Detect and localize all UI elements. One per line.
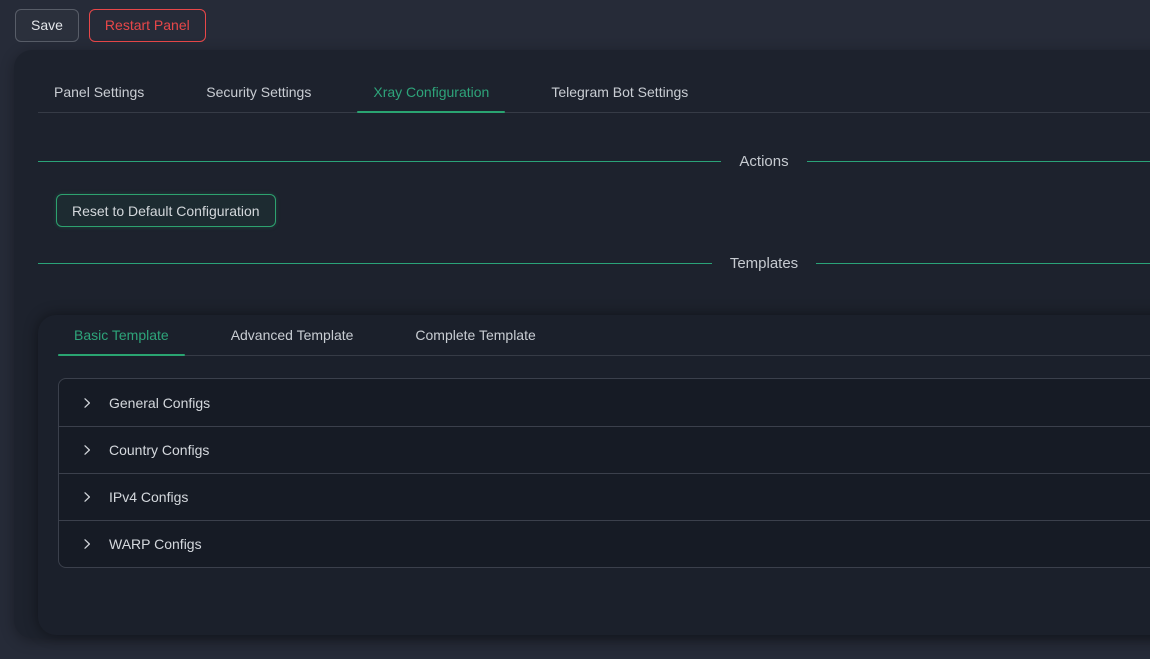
tab-telegram-bot-settings[interactable]: Telegram Bot Settings [535,72,704,112]
tab-basic-template-label: Basic Template [74,327,169,343]
chevron-right-icon [81,491,93,503]
divider-line [816,263,1150,264]
collapse-ipv4-configs[interactable]: IPv4 Configs [59,473,1150,520]
active-tab-indicator [58,354,185,356]
settings-tab-bar: Panel Settings Security Settings Xray Co… [38,72,1150,113]
actions-divider: Actions [38,153,1150,170]
divider-line [807,161,1150,162]
collapse-warp-configs[interactable]: WARP Configs [59,520,1150,567]
templates-divider: Templates [38,255,1150,272]
tab-security-settings[interactable]: Security Settings [190,72,327,112]
chevron-right-icon [81,397,93,409]
actions-section-title: Actions [721,153,806,170]
divider-line [38,161,721,162]
tab-xray-configuration-label: Xray Configuration [373,84,489,100]
collapse-header-label: Country Configs [109,442,209,458]
save-button[interactable]: Save [15,9,79,42]
collapse-header-label: General Configs [109,395,210,411]
collapse-header-label: WARP Configs [109,536,202,552]
tab-basic-template[interactable]: Basic Template [58,315,185,355]
collapse-general-configs[interactable]: General Configs [59,379,1150,426]
tab-complete-template[interactable]: Complete Template [399,315,551,355]
chevron-right-icon [81,538,93,550]
tab-xray-configuration[interactable]: Xray Configuration [357,72,505,112]
chevron-right-icon [81,444,93,456]
settings-card: Panel Settings Security Settings Xray Co… [14,50,1150,638]
collapse-header-label: IPv4 Configs [109,489,188,505]
templates-section-title: Templates [712,255,816,272]
collapse-country-configs[interactable]: Country Configs [59,426,1150,473]
tab-panel-settings[interactable]: Panel Settings [38,72,160,112]
templates-card: Basic Template Advanced Template Complet… [38,315,1150,635]
reset-default-configuration-button[interactable]: Reset to Default Configuration [56,194,276,227]
divider-line [38,263,712,264]
template-tab-bar: Basic Template Advanced Template Complet… [58,315,1150,356]
active-tab-indicator [357,111,505,113]
top-action-bar: Save Restart Panel [0,0,1150,50]
restart-panel-button[interactable]: Restart Panel [89,9,206,42]
configs-collapse-group: General Configs Country Configs IPv4 Con… [58,378,1150,568]
tab-advanced-template[interactable]: Advanced Template [215,315,370,355]
